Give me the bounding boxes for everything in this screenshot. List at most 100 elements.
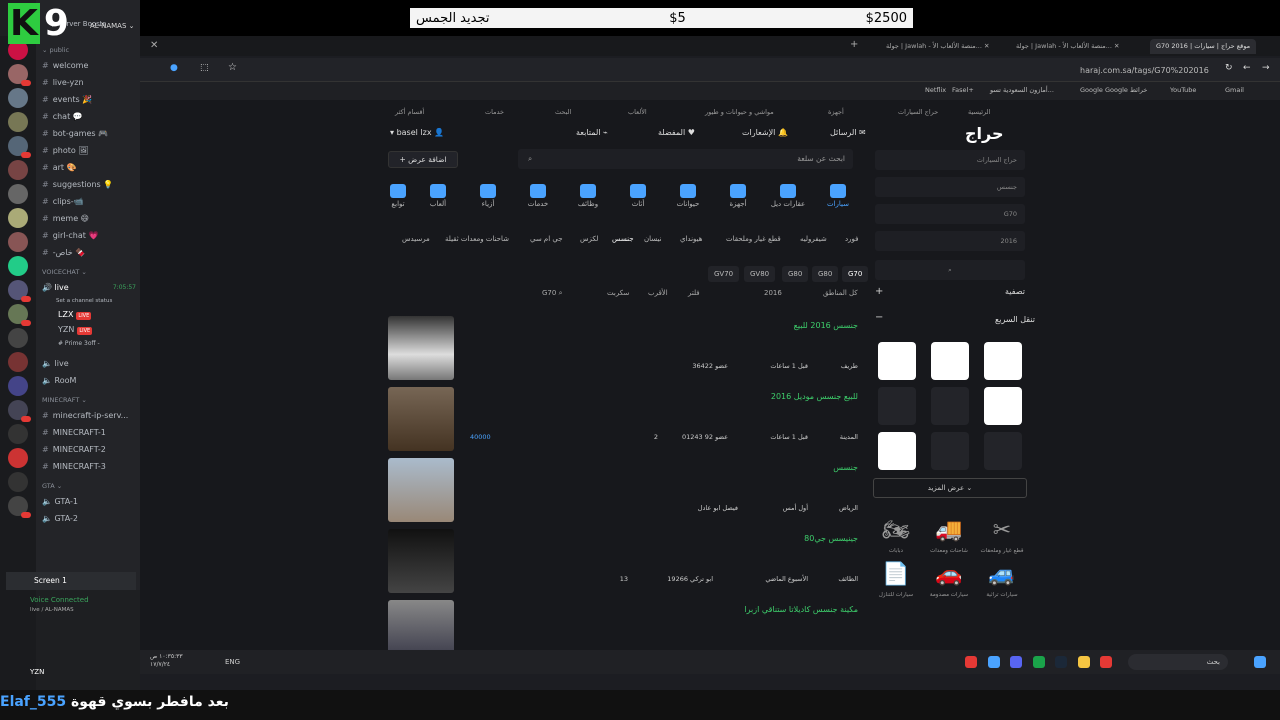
- bookmark-fasel[interactable]: Fasel+: [952, 86, 974, 94]
- channel-events[interactable]: # events 🎉: [36, 91, 140, 108]
- nav-games[interactable]: الألعاب: [628, 108, 647, 116]
- server-icon[interactable]: [8, 160, 28, 180]
- channel-suggestions[interactable]: # suggestions 💡: [36, 176, 140, 193]
- channel-art[interactable]: # art 🎨: [36, 159, 140, 176]
- chip-g70[interactable]: G70: [842, 266, 869, 282]
- language-indicator[interactable]: ENG: [225, 658, 240, 666]
- side-filter-model[interactable]: G70: [875, 204, 1025, 224]
- windows-start-icon[interactable]: [1254, 656, 1266, 668]
- nav-more[interactable]: أقسام أكثر: [395, 108, 424, 116]
- side-filter-section[interactable]: حراج السيارات: [875, 150, 1025, 170]
- profile-icon[interactable]: ●: [170, 63, 178, 73]
- listing-user[interactable]: عضو 92 01243: [682, 433, 728, 441]
- channel-mc-2[interactable]: # MINECRAFT-2: [36, 441, 140, 458]
- brave-icon[interactable]: [965, 656, 977, 668]
- category-extra[interactable]: توابع: [378, 180, 418, 208]
- listing-item[interactable]: جنسس 2016 للبيع طريف قبل 1 ساعات عضو 364…: [388, 316, 858, 382]
- category-public[interactable]: ⌄ public: [36, 43, 140, 57]
- listing-user[interactable]: ابو تركي 19266: [667, 575, 713, 583]
- voice-user-lzx[interactable]: LZX LIVE: [36, 306, 140, 323]
- favorites-button[interactable]: المفضلة ♥: [658, 128, 695, 137]
- server-icon[interactable]: [8, 424, 28, 444]
- clock[interactable]: ١٠:٣٥:٣٣ ص ١٧/٧/٢٤: [150, 653, 183, 669]
- chip-g80-b[interactable]: G80: [782, 266, 809, 282]
- user-menu[interactable]: ▾ basel lzx 👤: [390, 128, 444, 137]
- bookmark-netflix[interactable]: Netflix: [925, 86, 946, 94]
- brand-gmc[interactable]: جي ام سي: [530, 235, 563, 243]
- voice-user-yzn[interactable]: YZN LIVE: [36, 323, 140, 337]
- channel-private[interactable]: # -خاص 🍫: [36, 244, 140, 261]
- channel-clips[interactable]: # clips-📹: [36, 193, 140, 210]
- server-icon[interactable]: [8, 280, 31, 302]
- category-furniture[interactable]: أثاث: [618, 180, 658, 208]
- channel-girl-chat[interactable]: # girl-chat 💗: [36, 227, 140, 244]
- bookmark-amazon[interactable]: أمازون السعودية تسو...: [990, 86, 1054, 94]
- brand-nissan[interactable]: نيسان: [644, 235, 662, 243]
- star-icon[interactable]: ☆: [228, 62, 237, 73]
- add-offer-button[interactable]: + اضافة عرض: [388, 151, 458, 168]
- voice-channel-live-2[interactable]: 🔈 live: [36, 355, 140, 372]
- listing-item[interactable]: جينيسس جي80 الطائف الأسبوع الماضي ابو تر…: [388, 529, 858, 595]
- server-icon[interactable]: [8, 472, 28, 492]
- chip-gv70[interactable]: GV70: [708, 266, 740, 282]
- filter-button[interactable]: فلتر: [688, 289, 700, 297]
- server-icon[interactable]: [8, 136, 31, 158]
- brand-lexus[interactable]: لكزس: [580, 235, 598, 243]
- forward-icon[interactable]: →: [1262, 63, 1270, 73]
- server-icon[interactable]: [8, 496, 31, 518]
- listing-title[interactable]: جنسس 2016 للبيع: [794, 321, 858, 330]
- reload-icon[interactable]: ↻: [1225, 63, 1233, 73]
- back-icon[interactable]: ←: [1243, 63, 1251, 73]
- listing-thumbnail[interactable]: [388, 387, 454, 451]
- nissan-logo[interactable]: [931, 342, 969, 380]
- listing-user[interactable]: فيصل ابو عادل: [698, 504, 738, 512]
- tab-jawlah-2[interactable]: جولة | Jawlah - منصة الألعاب الأ... ✕: [880, 39, 995, 54]
- listing-title[interactable]: للبيع جنسس موديل 2016: [771, 392, 858, 401]
- side-filter-brand[interactable]: جنسس: [875, 177, 1025, 197]
- brand-trucks[interactable]: شاحنات ومعدات ثقيلة: [445, 235, 509, 243]
- quick-nav-heading[interactable]: تنقل السريع: [995, 315, 1035, 324]
- server-icon[interactable]: [8, 232, 28, 252]
- dodge-logo[interactable]: [878, 432, 916, 470]
- channel-gta-1[interactable]: 🔈 GTA-1: [36, 493, 140, 510]
- side-filter-year[interactable]: 2016: [875, 231, 1025, 251]
- brand-ford[interactable]: فورد: [845, 235, 858, 243]
- nav-cars[interactable]: حراج السيارات: [898, 108, 938, 116]
- bookmark-google[interactable]: Google: [1080, 86, 1103, 94]
- minus-icon[interactable]: −: [875, 312, 883, 323]
- quick-item-motorcycles[interactable]: 🏍 دبابات: [872, 518, 920, 554]
- server-icon[interactable]: [8, 376, 28, 396]
- category-gta[interactable]: GTA ⌄: [36, 479, 140, 493]
- notifications-button[interactable]: الإشعارات 🔔: [742, 128, 788, 137]
- folder-icon[interactable]: [1078, 656, 1090, 668]
- ford-logo[interactable]: [878, 342, 916, 380]
- channel-chat[interactable]: # chat 💬: [36, 108, 140, 125]
- channel-photo[interactable]: # photo 🖼: [36, 142, 140, 159]
- listing-thumbnail[interactable]: [388, 529, 454, 593]
- voice-channel-room[interactable]: 🔈 RooM: [36, 372, 140, 389]
- channel-mc-ip[interactable]: # minecraft-ip-serv...: [36, 407, 140, 424]
- quick-item-trucks[interactable]: 🚚 شاحنات ومعدات: [925, 518, 973, 554]
- side-search-button[interactable]: ⌕: [875, 260, 1025, 280]
- listing-thumbnail[interactable]: [388, 458, 454, 522]
- channel-bot-games[interactable]: # bot-games 🎮: [36, 125, 140, 142]
- category-animals[interactable]: حيوانات: [668, 180, 708, 208]
- new-tab-button[interactable]: +: [850, 39, 858, 50]
- filter-region[interactable]: كل المناطق: [823, 289, 858, 297]
- nav-home[interactable]: الرئيسية: [968, 108, 990, 116]
- category-cars[interactable]: سيارات: [818, 180, 858, 208]
- toyota-logo[interactable]: [984, 342, 1022, 380]
- nav-devices[interactable]: أجهزة: [828, 108, 844, 116]
- voice-channel-live[interactable]: 🔊 live 7:05:57: [36, 279, 140, 296]
- channel-live-yzn[interactable]: # live-yzn: [36, 74, 140, 91]
- lexus-logo[interactable]: [984, 387, 1022, 425]
- bookmark-maps[interactable]: Google خرائط: [1105, 86, 1147, 94]
- chip-g80-a[interactable]: G80: [812, 266, 839, 282]
- server-icon[interactable]: [8, 448, 28, 468]
- screen-share-indicator[interactable]: Screen 1: [6, 572, 136, 590]
- taskbar-search[interactable]: بحث: [1128, 654, 1228, 670]
- listing-item[interactable]: جنسس الرياض أول أمس فيصل ابو عادل: [388, 458, 858, 524]
- bmw-logo[interactable]: [931, 432, 969, 470]
- server-icon[interactable]: [8, 328, 28, 348]
- server-name[interactable]: AL-NAMAS ⌄: [90, 22, 134, 30]
